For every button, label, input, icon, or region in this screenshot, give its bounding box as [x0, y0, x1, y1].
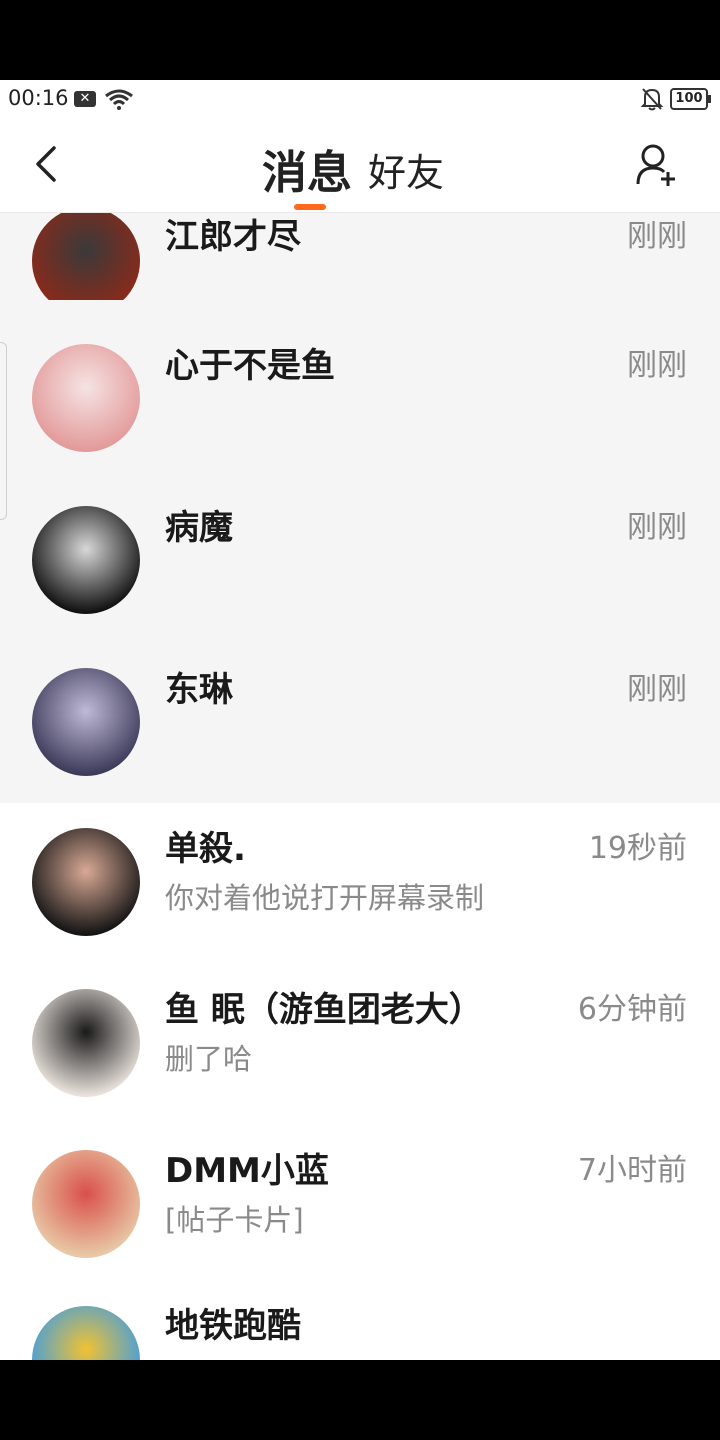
conversation-row[interactable]: 东琳 刚刚 — [0, 624, 720, 803]
conversation-name: 心于不是鱼 — [165, 346, 335, 386]
edge-swipe-handle[interactable] — [0, 342, 7, 520]
conversation-name: 鱼 眠（游鱼团老大） — [165, 990, 483, 1030]
conversation-name: 病魔 — [165, 508, 233, 548]
conversation-time: 7小时前 — [577, 1153, 687, 1188]
message-preview: 你对着他说打开屏幕录制 — [165, 881, 485, 915]
avatar[interactable] — [32, 506, 140, 614]
message-preview: 删了哈 — [165, 1042, 253, 1076]
active-tab-indicator — [294, 204, 326, 210]
avatar[interactable] — [32, 344, 140, 452]
status-bar: 00:16 ✕ 100 — [0, 80, 720, 118]
battery-indicator: 100 — [670, 88, 711, 110]
silent-bell-icon — [640, 88, 664, 111]
tab-friends[interactable]: 好友 — [368, 142, 444, 197]
back-arrow-icon[interactable] — [28, 144, 64, 184]
conversation-row[interactable]: 心于不是鱼 刚刚 — [0, 300, 720, 462]
notification-x-icon: ✕ — [74, 91, 96, 107]
add-friend-icon[interactable] — [634, 142, 680, 188]
avatar[interactable] — [32, 989, 140, 1097]
conversation-name: DMM小蓝 — [165, 1151, 329, 1191]
app-screen: 00:16 ✕ 100 消息 好友 江郎才尽刚刚 心于不是鱼 刚刚 病魔 刚刚 … — [0, 80, 720, 1360]
avatar[interactable] — [32, 668, 140, 776]
avatar[interactable] — [32, 207, 140, 315]
message-preview: [帖子卡片] — [165, 1203, 304, 1237]
avatar[interactable] — [32, 1306, 140, 1360]
conversation-name: 单殺. — [165, 829, 246, 869]
conversation-name: 江郎才尽 — [165, 217, 301, 257]
avatar[interactable] — [32, 828, 140, 936]
top-nav-bar: 消息 好友 — [0, 118, 720, 213]
avatar[interactable] — [32, 1150, 140, 1258]
conversation-row[interactable]: DMM小蓝 7小时前 [帖子卡片] — [0, 1125, 720, 1286]
conversation-time: 19秒前 — [588, 831, 687, 866]
conversation-time: 刚刚 — [627, 219, 687, 254]
conversation-time: 刚刚 — [627, 348, 687, 383]
conversation-row[interactable]: 鱼 眠（游鱼团老大） 6分钟前删了哈 — [0, 964, 720, 1125]
conversation-name: 地铁跑酷 — [165, 1306, 301, 1346]
conversation-name: 东琳 — [165, 670, 233, 710]
status-time: 00:16 — [8, 86, 69, 110]
conversation-time: 刚刚 — [627, 510, 687, 545]
conversation-time: 刚刚 — [627, 672, 687, 707]
wifi-icon — [105, 89, 133, 110]
conversation-row[interactable]: 地铁跑酷 — [0, 1286, 720, 1360]
conversation-row[interactable]: 病魔 刚刚 — [0, 462, 720, 624]
conversation-row[interactable]: 单殺. 19秒前你对着他说打开屏幕录制 — [0, 803, 720, 964]
conversation-time: 6分钟前 — [577, 992, 687, 1027]
tab-messages[interactable]: 消息 — [262, 136, 352, 201]
